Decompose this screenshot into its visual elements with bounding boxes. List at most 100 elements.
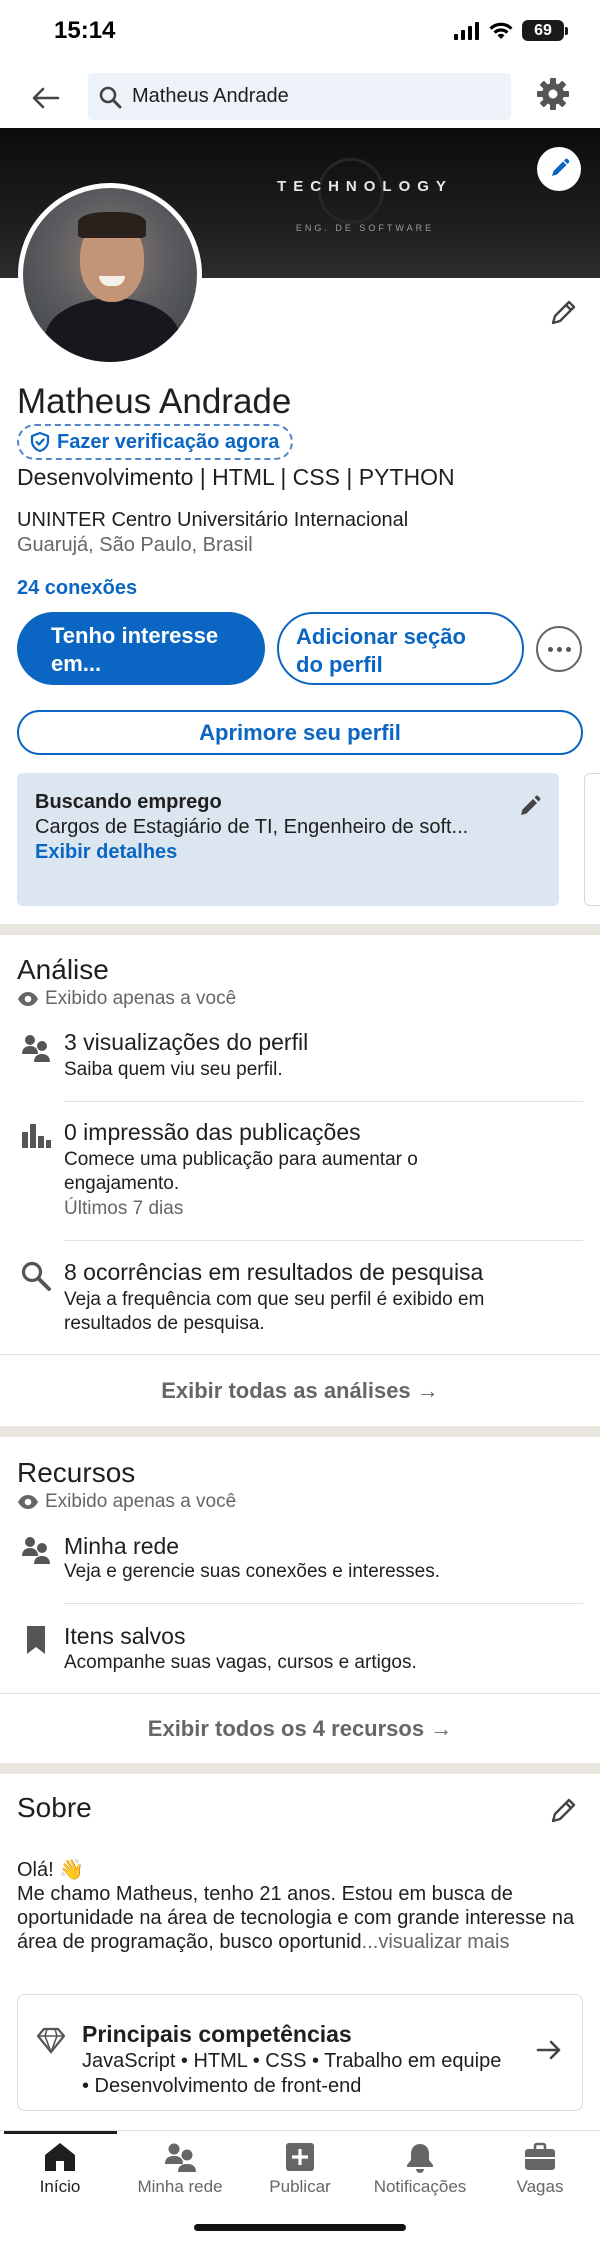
- show-all-resources-link[interactable]: Exibir todos os 4 recursos →: [0, 1716, 600, 1742]
- battery-indicator: 69: [522, 20, 568, 41]
- top-skills-title: Principais competências: [82, 2021, 352, 2047]
- open-to-button[interactable]: Tenho interesse em...: [17, 612, 265, 685]
- more-dot-icon: [556, 646, 562, 652]
- show-details-link[interactable]: Exibir detalhes: [35, 841, 177, 864]
- nav-notifications[interactable]: Notificações: [360, 2141, 480, 2197]
- arrow-right-icon[interactable]: [534, 2035, 564, 2065]
- about-title: Sobre: [17, 1792, 92, 1823]
- section-footer-divider: [0, 1354, 600, 1355]
- analytics-title: Análise: [17, 954, 109, 985]
- open-to-label-line1: Tenho interesse: [51, 623, 219, 648]
- active-tab-indicator: [4, 2131, 117, 2134]
- briefcase-icon: [525, 2142, 555, 2170]
- verify-now-chip[interactable]: Fazer verificação agora: [17, 424, 294, 460]
- more-dot-icon: [565, 646, 571, 652]
- pencil-icon[interactable]: [548, 296, 580, 328]
- status-bar: 15:14 69: [0, 0, 600, 64]
- add-section-label-line2: do perfil: [296, 652, 383, 677]
- nav-post[interactable]: Publicar: [240, 2141, 360, 2197]
- job-card-description: Cargos de Estagiário de TI, Engenheiro d…: [35, 816, 469, 838]
- profile-views-title[interactable]: 3 visualizações do perfil: [64, 1029, 308, 1056]
- pencil-icon[interactable]: [548, 1794, 580, 1826]
- post-impressions-title[interactable]: 0 impressão das publicações: [64, 1119, 361, 1146]
- network-icon: [165, 2143, 196, 2172]
- edit-banner-button[interactable]: [537, 147, 581, 191]
- search-input[interactable]: [132, 73, 492, 120]
- people-icon: [22, 1537, 50, 1564]
- post-impressions-period: Últimos 7 dias: [64, 1198, 184, 1219]
- post-impressions-subtitle: Comece uma publicação para aumentar o en…: [64, 1149, 418, 1194]
- pencil-icon: [552, 158, 570, 176]
- row-divider: [64, 1240, 583, 1241]
- show-all-analytics-link[interactable]: Exibir todas as análises →: [0, 1378, 600, 1404]
- add-section-label-line1: Adicionar seção: [296, 624, 466, 649]
- nav-notifications-label: Notificações: [373, 2177, 467, 2196]
- top-skills-list: JavaScript • HTML • CSS • Trabalho em eq…: [82, 2050, 502, 2097]
- post-icon: [286, 2143, 314, 2171]
- analytics-visibility: Exibido apenas a você: [17, 988, 236, 1010]
- about-text: Olá! 👋 Me chamo Matheus, tenho 21 anos. …: [17, 1858, 587, 1954]
- top-nav: [0, 70, 600, 126]
- home-indicator: [194, 2224, 406, 2231]
- profile-education: UNINTER Centro Universitário Internacion…: [17, 509, 409, 531]
- search-box[interactable]: [88, 73, 511, 120]
- bookmark-icon: [27, 1626, 45, 1654]
- nav-home[interactable]: Início: [0, 2141, 120, 2197]
- section-divider: [0, 1763, 600, 1774]
- more-dot-icon: [547, 646, 553, 652]
- wifi-icon: [489, 22, 513, 39]
- shield-check-icon: [30, 431, 50, 453]
- avatar[interactable]: [18, 183, 202, 367]
- eye-icon: [18, 1495, 38, 1509]
- more-options-button[interactable]: [536, 626, 582, 672]
- profile-location: Guarujá, São Paulo, Brasil: [17, 534, 253, 556]
- search-appearances-subtitle: Veja a frequência com que seu perfil é e…: [64, 1289, 485, 1334]
- bell-icon: [407, 2144, 433, 2173]
- my-network-subtitle: Veja e gerencie suas conexões e interess…: [64, 1561, 441, 1582]
- nav-my-network-label: Minha rede: [137, 2177, 223, 2196]
- nav-jobs-label: Vagas: [516, 2177, 564, 2196]
- search-icon: [21, 1261, 51, 1291]
- home-icon: [45, 2143, 75, 2171]
- search-appearances-title[interactable]: 8 ocorrências em resultados de pesquisa: [64, 1259, 483, 1286]
- improve-profile-button[interactable]: Aprimore seu perfil: [17, 710, 583, 755]
- saved-items-title[interactable]: Itens salvos: [64, 1623, 185, 1650]
- add-profile-section-button[interactable]: Adicionar seção do perfil: [277, 612, 524, 685]
- diamond-icon: [36, 2027, 66, 2055]
- nav-my-network[interactable]: Minha rede: [120, 2141, 240, 2197]
- resources-visibility-label: Exibido apenas a você: [45, 1491, 237, 1512]
- saved-items-subtitle: Acompanhe suas vagas, cursos e artigos.: [64, 1652, 417, 1673]
- gear-icon[interactable]: [535, 76, 571, 112]
- bar-chart-icon: [22, 1124, 51, 1148]
- profile-views-subtitle: Saiba quem viu seu perfil.: [64, 1059, 283, 1080]
- verify-now-label: Fazer verificação agora: [57, 430, 280, 453]
- row-divider: [64, 1101, 583, 1102]
- signal-icon: [454, 21, 479, 40]
- pencil-icon[interactable]: [515, 791, 545, 821]
- see-more-link[interactable]: ...visualizar mais: [362, 1931, 510, 1953]
- next-card-peek[interactable]: [584, 773, 600, 906]
- people-icon: [22, 1035, 50, 1062]
- status-icons: 69: [454, 20, 568, 41]
- resources-title: Recursos: [17, 1457, 136, 1488]
- back-arrow-icon[interactable]: [28, 80, 64, 116]
- about-greeting: Olá! 👋: [17, 1859, 85, 1881]
- nav-post-label: Publicar: [269, 2177, 331, 2196]
- job-card-title: Buscando emprego: [35, 791, 222, 813]
- open-to-work-card[interactable]: Buscando emprego Cargos de Estagiário de…: [17, 773, 559, 906]
- row-divider: [64, 1603, 583, 1604]
- my-network-title[interactable]: Minha rede: [64, 1533, 179, 1560]
- status-time: 15:14: [54, 17, 116, 44]
- top-skills-card[interactable]: Principais competências JavaScript • HTM…: [17, 1994, 583, 2111]
- connections-link[interactable]: 24 conexões: [17, 577, 137, 600]
- section-divider: [0, 1426, 600, 1437]
- resources-visibility: Exibido apenas a você: [17, 1491, 236, 1513]
- nav-jobs[interactable]: Vagas: [480, 2141, 600, 2197]
- section-divider: [0, 924, 600, 935]
- analytics-visibility-label: Exibido apenas a você: [45, 988, 237, 1009]
- profile-headline: Desenvolvimento | HTML | CSS | PYTHON: [17, 464, 455, 490]
- eye-icon: [18, 992, 38, 1006]
- search-icon: [99, 86, 122, 109]
- profile-name: Matheus Andrade: [17, 382, 292, 421]
- nav-home-label: Início: [39, 2177, 81, 2196]
